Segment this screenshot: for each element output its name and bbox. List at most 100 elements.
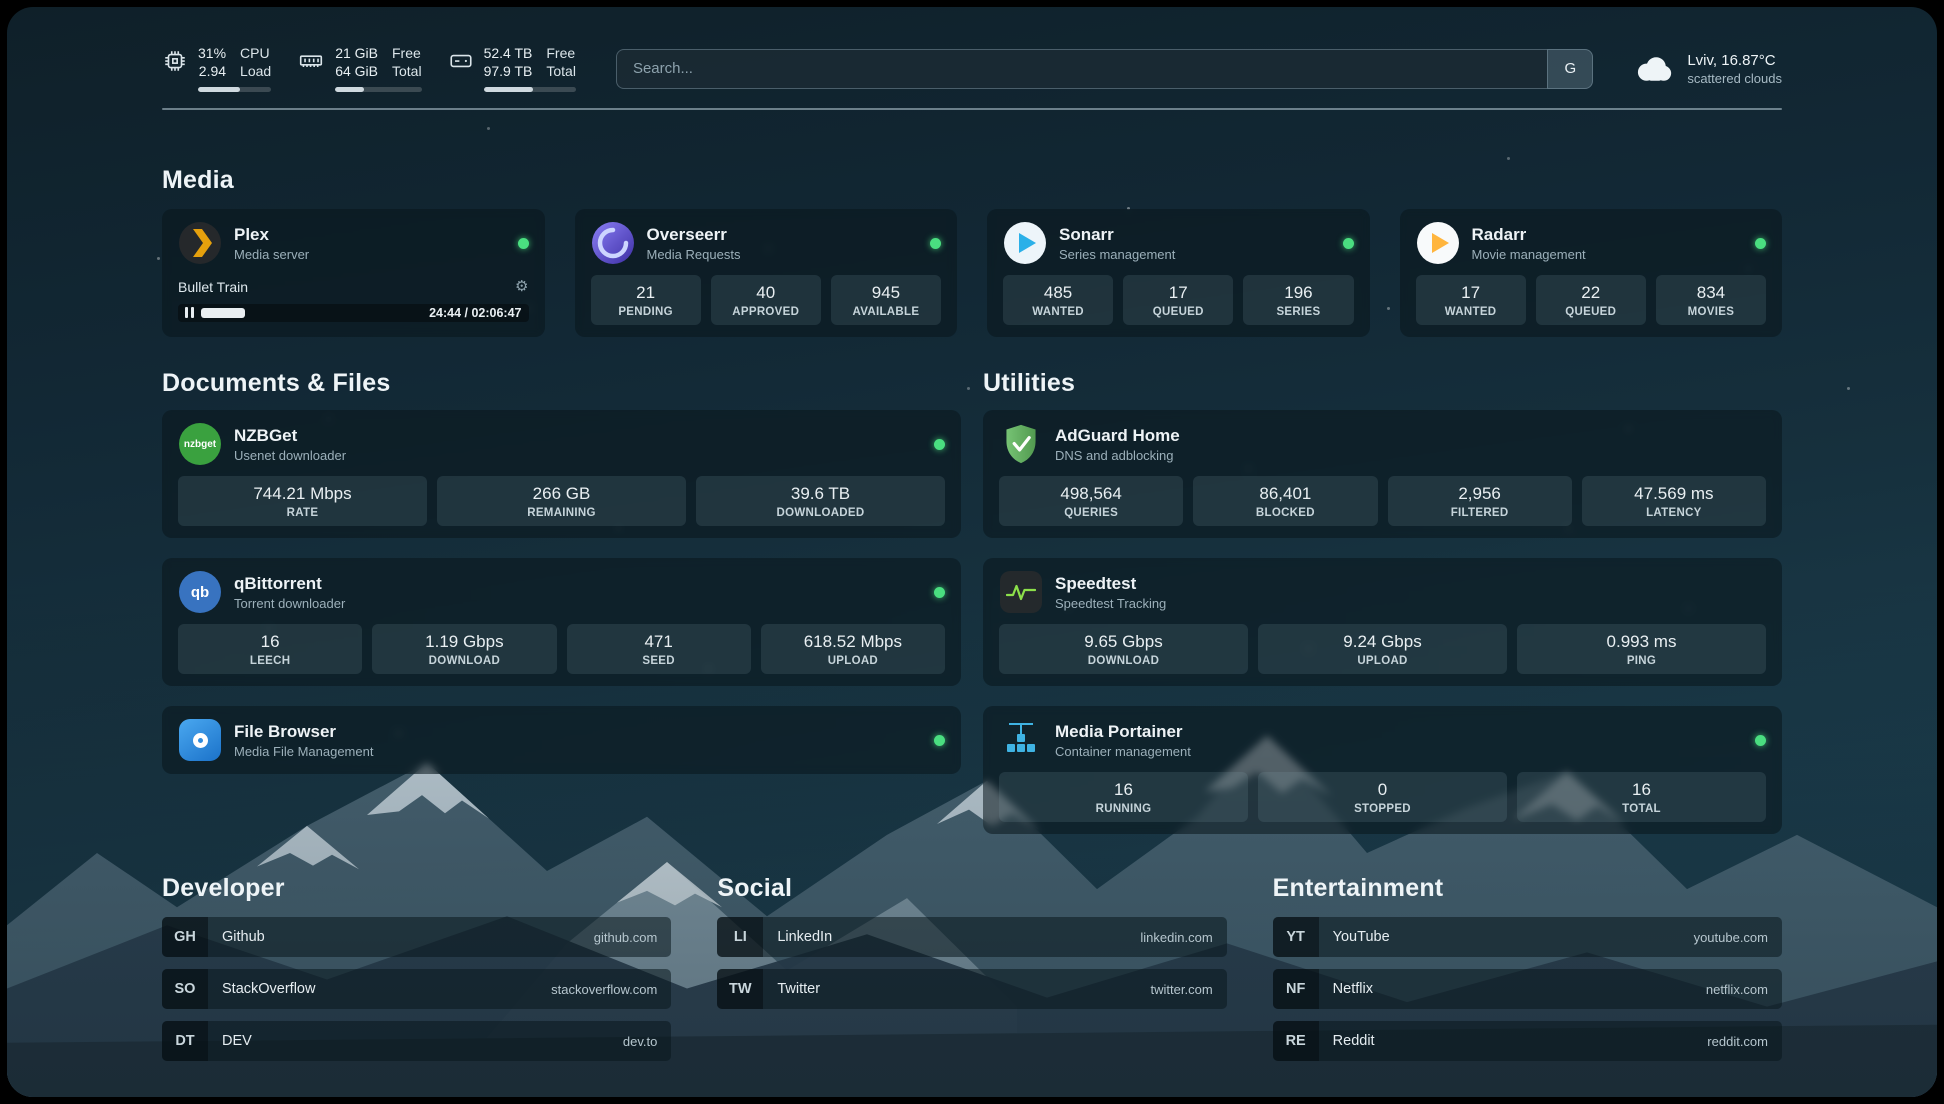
- utilities-column: Utilities AdGuard Home: [983, 369, 1782, 834]
- service-name: Sonarr: [1059, 224, 1175, 245]
- stat-label: FILTERED: [1392, 507, 1568, 519]
- resource-widgets: 31% CPU 2.94 Load 21 GiB: [162, 45, 576, 92]
- service-desc: Media Requests: [647, 246, 741, 263]
- header-divider: [162, 108, 1782, 110]
- bookmark-linkedin[interactable]: LI LinkedIn linkedin.com: [717, 917, 1226, 957]
- service-name: AdGuard Home: [1055, 425, 1180, 446]
- section-title-media: Media: [162, 166, 1782, 195]
- service-card-radarr[interactable]: Radarr Movie management 17WANTED 22QUEUE…: [1400, 209, 1783, 337]
- stat-value: 1.19 Gbps: [376, 632, 552, 652]
- sonarr-icon: [1003, 221, 1047, 265]
- stat-value: 485: [1007, 283, 1109, 303]
- service-card-portainer[interactable]: Media Portainer Container management 16R…: [983, 706, 1782, 834]
- service-card-speedtest[interactable]: Speedtest Speedtest Tracking 9.65 GbpsDO…: [983, 558, 1782, 686]
- cpu-progressbar: [198, 87, 271, 92]
- memory-icon: [297, 48, 325, 74]
- stat-box: 744.21 MbpsRATE: [178, 476, 427, 526]
- memory-progressbar: [335, 87, 421, 92]
- disk-icon: [448, 48, 474, 74]
- session-settings-icon[interactable]: ⚙: [515, 279, 528, 294]
- service-desc: Media File Management: [234, 743, 373, 760]
- stat-value: 2,956: [1392, 484, 1568, 504]
- stat-box: 17QUEUED: [1123, 275, 1233, 325]
- bookmark-youtube[interactable]: YT YouTube youtube.com: [1273, 917, 1782, 957]
- stat-value: 945: [835, 283, 937, 303]
- bookmark-dev[interactable]: DT DEV dev.to: [162, 1021, 671, 1061]
- stat-box: 16LEECH: [178, 624, 362, 674]
- now-playing-title: Bullet Train: [178, 279, 515, 295]
- overseerr-icon: [591, 221, 635, 265]
- service-name: Radarr: [1472, 224, 1586, 245]
- section-title-utilities: Utilities: [983, 369, 1782, 398]
- stat-label: BLOCKED: [1197, 507, 1373, 519]
- playback-progressbar[interactable]: 24:44 / 02:06:47: [178, 304, 529, 322]
- service-card-adguard[interactable]: AdGuard Home DNS and adblocking 498,564Q…: [983, 410, 1782, 538]
- bookmark-reddit[interactable]: RE Reddit reddit.com: [1273, 1021, 1782, 1061]
- service-card-overseerr[interactable]: Overseerr Media Requests 21PENDING 40APP…: [575, 209, 958, 337]
- stat-label: TOTAL: [1521, 803, 1762, 815]
- cpu-progress-fill: [198, 87, 240, 92]
- bookmark-stackoverflow[interactable]: SO StackOverflow stackoverflow.com: [162, 969, 671, 1009]
- service-card-plex[interactable]: Plex Media server Bullet Train ⚙ 24:44 /…: [162, 209, 545, 337]
- stat-box: 1.19 Gbps DOWNLOAD: [372, 624, 556, 674]
- media-card-grid: Plex Media server Bullet Train ⚙ 24:44 /…: [162, 209, 1782, 337]
- nzbget-icon: nzbget: [178, 422, 222, 466]
- service-name: Media Portainer: [1055, 721, 1191, 742]
- bookmark-url: linkedin.com: [1140, 930, 1212, 945]
- bookmark-github[interactable]: GH Github github.com: [162, 917, 671, 957]
- bookmark-url: github.com: [594, 930, 658, 945]
- stat-value: 47.569 ms: [1586, 484, 1762, 504]
- stat-label: RUNNING: [1003, 803, 1244, 815]
- bookmark-abbr: LI: [717, 917, 763, 957]
- stat-label: PENDING: [595, 306, 697, 318]
- bookmark-abbr: NF: [1273, 969, 1319, 1009]
- cloud-icon: [1633, 54, 1675, 84]
- qbittorrent-icon: qb: [178, 570, 222, 614]
- stat-box: 618.52 MbpsUPLOAD: [761, 624, 945, 674]
- service-name: Plex: [234, 224, 309, 245]
- stat-label: DOWNLOAD: [376, 655, 552, 667]
- bookmark-abbr: YT: [1273, 917, 1319, 957]
- documents-column: Documents & Files nzbget NZBGet Usenet d…: [162, 369, 961, 774]
- bookmark-abbr: GH: [162, 917, 208, 957]
- cpu-widget: 31% CPU 2.94 Load: [162, 45, 271, 92]
- snow-flakes: [7, 7, 10, 10]
- stat-label: REMAINING: [441, 507, 682, 519]
- stat-value: 834: [1660, 283, 1762, 303]
- bookmark-name: Netflix: [1333, 981, 1373, 997]
- service-desc: Torrent downloader: [234, 595, 345, 612]
- memory-free-value: 21 GiB: [335, 45, 378, 62]
- stat-box: 9.24 GbpsUPLOAD: [1258, 624, 1507, 674]
- service-card-filebrowser[interactable]: File Browser Media File Management: [162, 706, 961, 774]
- service-card-qbittorrent[interactable]: qb qBittorrent Torrent downloader 16LEEC…: [162, 558, 961, 686]
- search-input[interactable]: [616, 49, 1547, 89]
- stat-box: 266 GBREMAINING: [437, 476, 686, 526]
- search-engine-button[interactable]: G: [1547, 49, 1593, 89]
- filebrowser-icon: [178, 718, 222, 762]
- stat-box: 39.6 TBDOWNLOADED: [696, 476, 945, 526]
- top-bar: 31% CPU 2.94 Load 21 GiB: [162, 45, 1782, 92]
- stat-value: 9.24 Gbps: [1262, 632, 1503, 652]
- weather-location: Lviv, 16.87°C: [1687, 52, 1782, 69]
- stat-value: 16: [1003, 780, 1244, 800]
- service-name: Overseerr: [647, 224, 741, 245]
- status-dot: [1755, 735, 1766, 746]
- stat-label: SEED: [571, 655, 747, 667]
- bookmark-twitter[interactable]: TW Twitter twitter.com: [717, 969, 1226, 1009]
- stat-label: SERIES: [1247, 306, 1349, 318]
- stat-box: 86,401BLOCKED: [1193, 476, 1377, 526]
- service-desc: Movie management: [1472, 246, 1586, 263]
- stat-box: 2,956 FILTERED: [1388, 476, 1572, 526]
- service-card-nzbget[interactable]: nzbget NZBGet Usenet downloader 744.21 M…: [162, 410, 961, 538]
- bookmark-netflix[interactable]: NF Netflix netflix.com: [1273, 969, 1782, 1009]
- bookmark-name: LinkedIn: [777, 929, 832, 945]
- bookmark-abbr: RE: [1273, 1021, 1319, 1061]
- stat-box: 0STOPPED: [1258, 772, 1507, 822]
- service-card-sonarr[interactable]: Sonarr Series management 485WANTED 17QUE…: [987, 209, 1370, 337]
- stat-box: 40APPROVED: [711, 275, 821, 325]
- stat-box: 47.569 msLATENCY: [1582, 476, 1766, 526]
- stat-label: QUEUED: [1540, 306, 1642, 318]
- stat-label: DOWNLOAD: [1003, 655, 1244, 667]
- disk-free-value: 52.4 TB: [484, 45, 533, 62]
- stat-label: RATE: [182, 507, 423, 519]
